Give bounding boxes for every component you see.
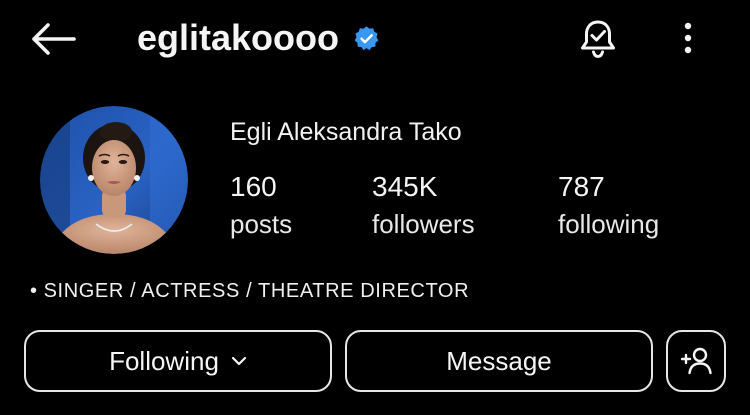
following-label: following — [558, 209, 660, 239]
profile-full-name: Egli Aleksandra Tako — [230, 118, 462, 146]
profile-username: eglitakoooo — [137, 17, 340, 58]
add-person-icon — [680, 347, 712, 375]
bio-text: SINGER / ACTRESS / THEATRE DIRECTOR — [43, 280, 470, 302]
posts-count: 160 — [230, 171, 277, 202]
avatar[interactable] — [40, 106, 188, 254]
bio-bullet: • — [30, 280, 38, 302]
posts-label: posts — [230, 209, 293, 239]
profile-bio: • SINGER / ACTRESS / THEATRE DIRECTOR — [30, 280, 469, 303]
stat-posts[interactable]: 160 posts — [230, 170, 292, 242]
followers-count: 345K — [372, 171, 438, 202]
bell-check-icon[interactable] — [578, 18, 618, 60]
message-button-label: Message — [446, 345, 552, 376]
add-user-button[interactable] — [666, 330, 726, 392]
vertical-dots-icon[interactable] — [676, 20, 700, 56]
stat-followers[interactable]: 345K followers — [372, 170, 475, 242]
followers-label: followers — [372, 209, 475, 239]
profile-page: eglitakoooo Egli Aleksandra Tako 160 pos… — [0, 0, 750, 415]
following-button[interactable]: Following — [24, 330, 332, 392]
verified-badge-icon — [354, 26, 379, 51]
arrow-left-icon[interactable] — [30, 22, 76, 56]
following-count: 787 — [558, 171, 605, 202]
following-button-label: Following — [109, 345, 219, 376]
stat-following[interactable]: 787 following — [558, 170, 659, 242]
message-button[interactable]: Message — [345, 330, 653, 392]
chevron-down-icon — [231, 356, 247, 366]
